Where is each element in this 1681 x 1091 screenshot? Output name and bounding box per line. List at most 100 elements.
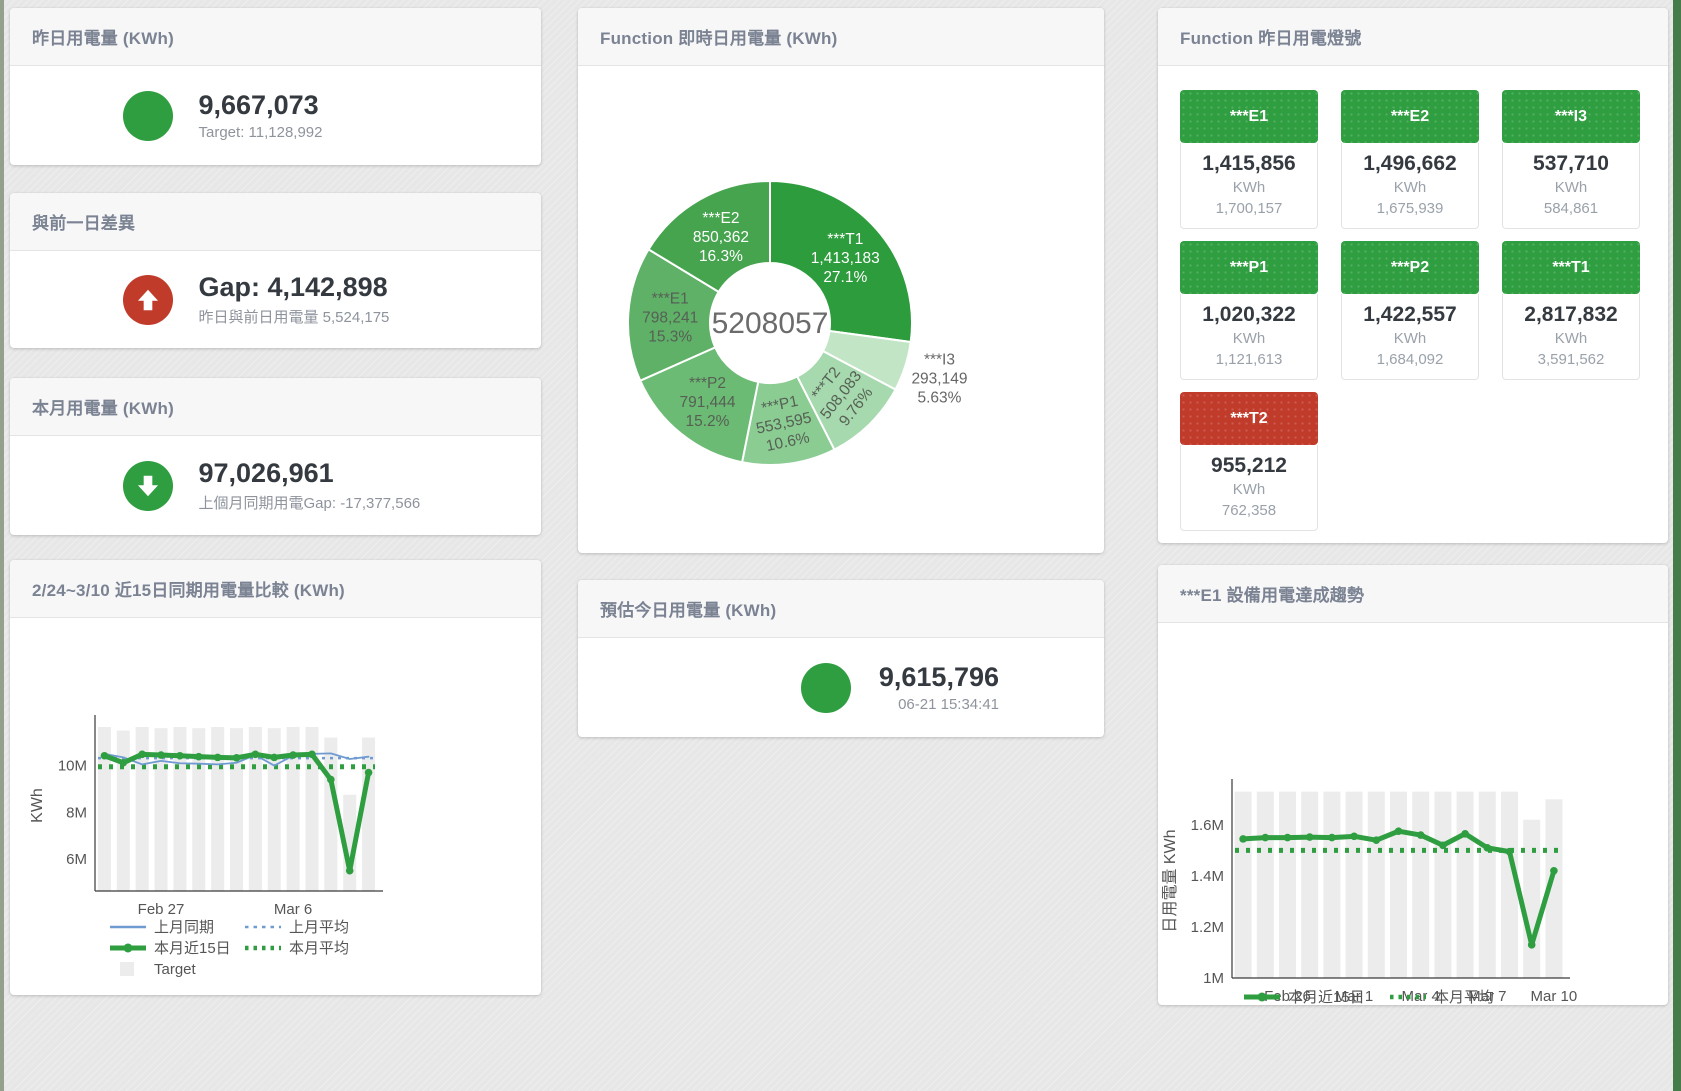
e1-trend-chart: 1M1.2M1.4M1.6MFeb 26Mar 1Mar 4Mar 7Mar 1… [1158,623,1668,1006]
target-bar [1523,820,1540,978]
series-marker [233,754,241,762]
target-bar [211,727,224,891]
light-tile-unit: KWh [1342,177,1478,198]
x-tick-label: Feb 27 [138,901,185,918]
light-tile-unit: KWh [1342,328,1478,349]
light-tile-value: 2,817,832 [1503,301,1639,328]
yesterday-usage-value: 9,667,073 [199,90,429,121]
target-bar [117,731,130,891]
compare-15days-chart: 6M8M10MFeb 27Mar 6KWh上月同期上月平均本月近15日本月平均T… [10,618,541,996]
light-tile-header: ***E1 [1180,90,1318,143]
light-tile-body: 537,710KWh584,861 [1502,143,1640,229]
panel-month-usage: 本月用電量 (KWh) 97,026,961 上個月同期用電Gap: -17,3… [10,378,541,535]
legend-label: 本月平均 [289,940,349,957]
series-marker [214,754,222,762]
legend-label: 上月平均 [289,919,349,936]
y-tick-label: 1.6M [1191,817,1224,834]
light-tile: ***I3537,710KWh584,861 [1502,90,1640,229]
y-axis-title: KWh [29,788,46,823]
arrow-up-circle-icon [123,275,173,325]
light-tile-header: ***E2 [1341,90,1479,143]
x-tick-label: Mar 10 [1531,988,1578,1005]
panel-yesterday-body: 9,667,073 Target: 11,128,992 [10,66,541,165]
series-marker [1328,834,1336,842]
target-bar [268,728,281,891]
target-bar [192,728,205,891]
panel-e1-trend-header: ***E1 設備用電達成趨勢 [1158,565,1668,623]
light-tile: ***P11,020,322KWh1,121,613 [1180,241,1318,380]
light-tile-target: 1,675,939 [1342,198,1478,219]
target-bar [1434,792,1451,978]
legend-label: 本月平均 [1434,989,1494,1006]
panel-lights-title: Function 昨日用電燈號 [1180,24,1361,49]
month-usage-value: 97,026,961 [199,458,429,489]
panel-lights-body: ***E1 1,415,856 KWh 1,700,157 ***E2 1,496,662… [1158,66,1668,543]
y-tick-label: 1.4M [1191,868,1224,885]
light-tile-target: 584,861 [1503,198,1639,219]
panel-compare-title: 2/24~3/10 近15日同期用電量比較 (KWh) [32,576,345,601]
panel-compare-header: 2/24~3/10 近15日同期用電量比較 (KWh) [10,560,541,618]
panel-estimate-body: 9,615,796 06-21 15:34:41 [578,638,1104,737]
series-marker [138,751,146,759]
panel-compare-body: 6M8M10MFeb 27Mar 6KWh上月同期上月平均本月近15日本月平均T… [10,618,541,1001]
panel-e1-trend-title: ***E1 設備用電達成趨勢 [1180,581,1364,606]
light-tile-value: 1,422,557 [1342,301,1478,328]
light-tile-unit: KWh [1503,177,1639,198]
light-tile: ***P21,422,557KWh1,684,092 [1341,241,1479,380]
light-tile-header: ***T1 [1502,241,1640,294]
light-tile: ***E11,415,856KWh1,700,157 [1180,90,1318,229]
light-tile-body: 2,817,832KWh3,591,562 [1502,294,1640,380]
target-bar [1257,792,1274,978]
light-tile-target: 762,358 [1181,500,1317,521]
light-tile-value: 537,710 [1503,150,1639,177]
panel-yesterday-usage: 昨日用電量 (KWh) 9,667,073 Target: 11,128,992 [10,8,541,165]
light-tile-label: ***P1 [1230,259,1268,277]
lights-grid: ***E1 1,415,856 KWh 1,700,157 ***E2 1,496,662… [1158,66,1668,531]
panel-donut-title: Function 即時日用電量 (KWh) [600,24,837,49]
light-tile-body: 955,212KWh762,358 [1180,445,1318,531]
panel-yesterday-title: 昨日用電量 (KWh) [32,24,174,49]
status-circle-icon [801,663,851,713]
panel-donut-body: ***T11,413,18327.1%***I3293,1495.63%***T… [578,66,1104,559]
arrow-down-circle-icon [123,461,173,511]
panel-month-title: 本月用電量 (KWh) [32,394,174,419]
target-bar [362,738,375,891]
light-tile-target: 1,700,157 [1181,198,1317,219]
y-tick-label: 1.2M [1191,919,1224,936]
light-tile-label: ***T2 [1230,410,1267,428]
light-tile-value: 1,496,662 [1342,150,1478,177]
series-marker [1284,834,1292,842]
donut-center-total: 5208057 [712,307,829,340]
light-tile-target: 3,591,562 [1503,349,1639,370]
y-tick-label: 6M [66,851,87,868]
target-bar [1346,792,1363,978]
series-marker [1239,835,1247,843]
legend-label: 上月同期 [154,919,214,936]
light-tile: ***E2 1,496,662KWh1,675,939 [1341,90,1479,229]
series-marker [1350,833,1358,841]
page-left-edge-strip [0,0,4,1091]
light-tile-value: 1,020,322 [1181,301,1317,328]
gap-value: Gap: 4,142,898 [199,272,429,303]
series-marker [176,752,184,760]
panel-yesterday-header: 昨日用電量 (KWh) [10,8,541,66]
target-bar [1390,792,1407,978]
series-marker [1528,941,1536,949]
light-tile-unit: KWh [1181,479,1317,500]
series-marker [1461,830,1469,838]
panel-realtime-donut: Function 即時日用電量 (KWh) ***T11,413,18327.1… [578,8,1104,553]
light-tile: ***T2 955,212KWh762,358 [1180,392,1318,531]
series-marker [252,751,260,759]
series-marker [1550,867,1558,875]
y-tick-label: 1M [1203,970,1224,987]
light-tile-value: 1,415,856 [1181,150,1317,177]
light-tile-body: 1,422,557KWh1,684,092 [1341,294,1479,380]
series-marker [1506,848,1514,856]
series-marker [289,751,297,759]
light-tile-unit: KWh [1181,328,1317,349]
target-bar [1279,792,1296,978]
target-bar [1479,792,1496,978]
panel-estimate-header: 預估今日用電量 (KWh) [578,580,1104,638]
estimate-value: 9,615,796 [879,662,999,693]
legend-label: 本月近15日 [1288,989,1365,1006]
